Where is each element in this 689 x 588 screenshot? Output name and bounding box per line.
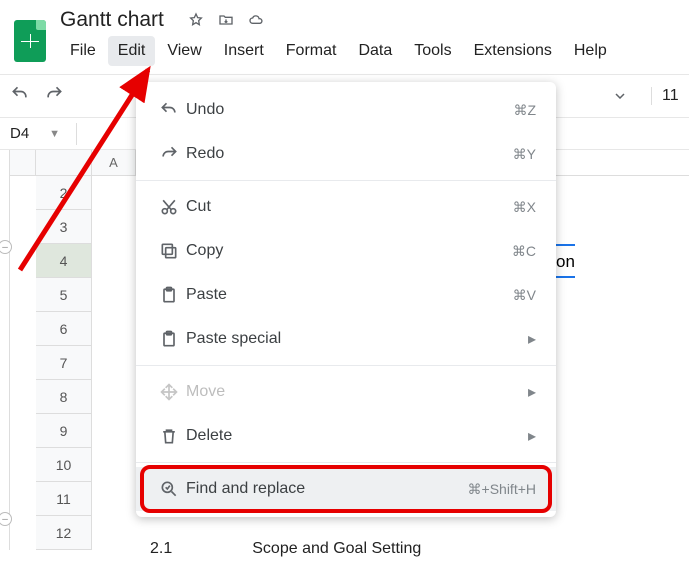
font-size-input[interactable]: 11: [651, 87, 679, 105]
menu-extensions[interactable]: Extensions: [464, 36, 562, 66]
menu-shortcut: ⌘X: [513, 199, 536, 216]
redo-button[interactable]: [44, 84, 64, 109]
paste-icon: [152, 285, 186, 305]
undo-button[interactable]: [10, 84, 30, 109]
menu-item-cut[interactable]: Cut ⌘X: [136, 185, 556, 229]
delete-icon: [152, 426, 186, 446]
row-header[interactable]: 4: [36, 244, 91, 278]
menu-item-paste-special[interactable]: Paste special ▸: [136, 317, 556, 361]
column-header-a[interactable]: A: [92, 150, 136, 175]
menu-shortcut: ⌘V: [513, 287, 536, 304]
menu-shortcut: ⌘+Shift+H: [468, 481, 536, 498]
menu-shortcut: ⌘C: [512, 243, 536, 260]
cell-partial-content: on: [556, 244, 575, 278]
row-header[interactable]: 9: [36, 414, 91, 448]
sheets-app-icon[interactable]: [10, 16, 50, 66]
row-header[interactable]: 10: [36, 448, 91, 482]
cloud-status-icon[interactable]: [248, 12, 264, 28]
undo-icon: [152, 100, 186, 120]
row-header[interactable]: 3: [36, 210, 91, 244]
edit-menu-dropdown: Undo ⌘Z Redo ⌘Y Cut ⌘X Copy ⌘C Paste ⌘V …: [136, 82, 556, 517]
menu-help[interactable]: Help: [564, 36, 617, 66]
menu-shortcut: ⌘Z: [513, 102, 536, 119]
menu-shortcut: ⌘Y: [513, 146, 536, 163]
submenu-arrow-icon: ▸: [528, 329, 536, 349]
chevron-down-icon: ▼: [49, 128, 60, 140]
menu-item-paste[interactable]: Paste ⌘V: [136, 273, 556, 317]
submenu-arrow-icon: ▸: [528, 382, 536, 402]
menu-item-label: Paste special: [186, 330, 520, 348]
menu-edit[interactable]: Edit: [108, 36, 156, 66]
menu-item-label: Copy: [186, 242, 512, 260]
menu-item-redo[interactable]: Redo ⌘Y: [136, 132, 556, 176]
document-title[interactable]: Gantt chart: [60, 8, 164, 32]
menu-item-label: Undo: [186, 101, 513, 119]
select-all-corner[interactable]: [10, 150, 36, 175]
submenu-arrow-icon: ▸: [528, 426, 536, 446]
row-header[interactable]: 12: [36, 516, 91, 550]
name-box[interactable]: D4 ▼: [0, 125, 70, 142]
toolbar-dropdown[interactable]: [615, 93, 625, 99]
row-header[interactable]: 7: [36, 346, 91, 380]
row-header[interactable]: 8: [36, 380, 91, 414]
row-header[interactable]: 11: [36, 482, 91, 516]
row-header-spacer: [36, 150, 92, 175]
wbs-cell[interactable]: 2.1: [150, 540, 172, 558]
move-to-folder-icon[interactable]: [218, 12, 234, 28]
menu-item-delete[interactable]: Delete ▸: [136, 414, 556, 458]
menu-file[interactable]: File: [60, 36, 106, 66]
row-header[interactable]: 5: [36, 278, 91, 312]
star-icon[interactable]: [188, 12, 204, 28]
menu-item-find-and-replace[interactable]: Find and replace ⌘+Shift+H: [136, 467, 556, 511]
paste-icon: [152, 329, 186, 349]
menu-item-label: Find and replace: [186, 480, 468, 498]
find-icon: [152, 479, 186, 499]
menu-item-move: Move ▸: [136, 370, 556, 414]
menu-tools[interactable]: Tools: [404, 36, 461, 66]
menu-item-label: Move: [186, 383, 520, 401]
cell-reference: D4: [10, 125, 29, 142]
row-header[interactable]: 2: [36, 176, 91, 210]
move-icon: [152, 382, 186, 402]
menu-insert[interactable]: Insert: [214, 36, 274, 66]
menu-data[interactable]: Data: [348, 36, 402, 66]
menu-view[interactable]: View: [157, 36, 211, 66]
cut-icon: [152, 197, 186, 217]
task-description-cell[interactable]: Scope and Goal Setting: [252, 540, 421, 558]
menu-item-label: Redo: [186, 145, 513, 163]
menu-item-label: Cut: [186, 198, 513, 216]
copy-icon: [152, 241, 186, 261]
menu-item-label: Delete: [186, 427, 520, 445]
menu-format[interactable]: Format: [276, 36, 347, 66]
menu-item-copy[interactable]: Copy ⌘C: [136, 229, 556, 273]
row-group-gutter[interactable]: – –: [0, 150, 10, 550]
row-header[interactable]: 6: [36, 312, 91, 346]
menu-item-undo[interactable]: Undo ⌘Z: [136, 88, 556, 132]
redo-icon: [152, 144, 186, 164]
menu-item-label: Paste: [186, 286, 513, 304]
